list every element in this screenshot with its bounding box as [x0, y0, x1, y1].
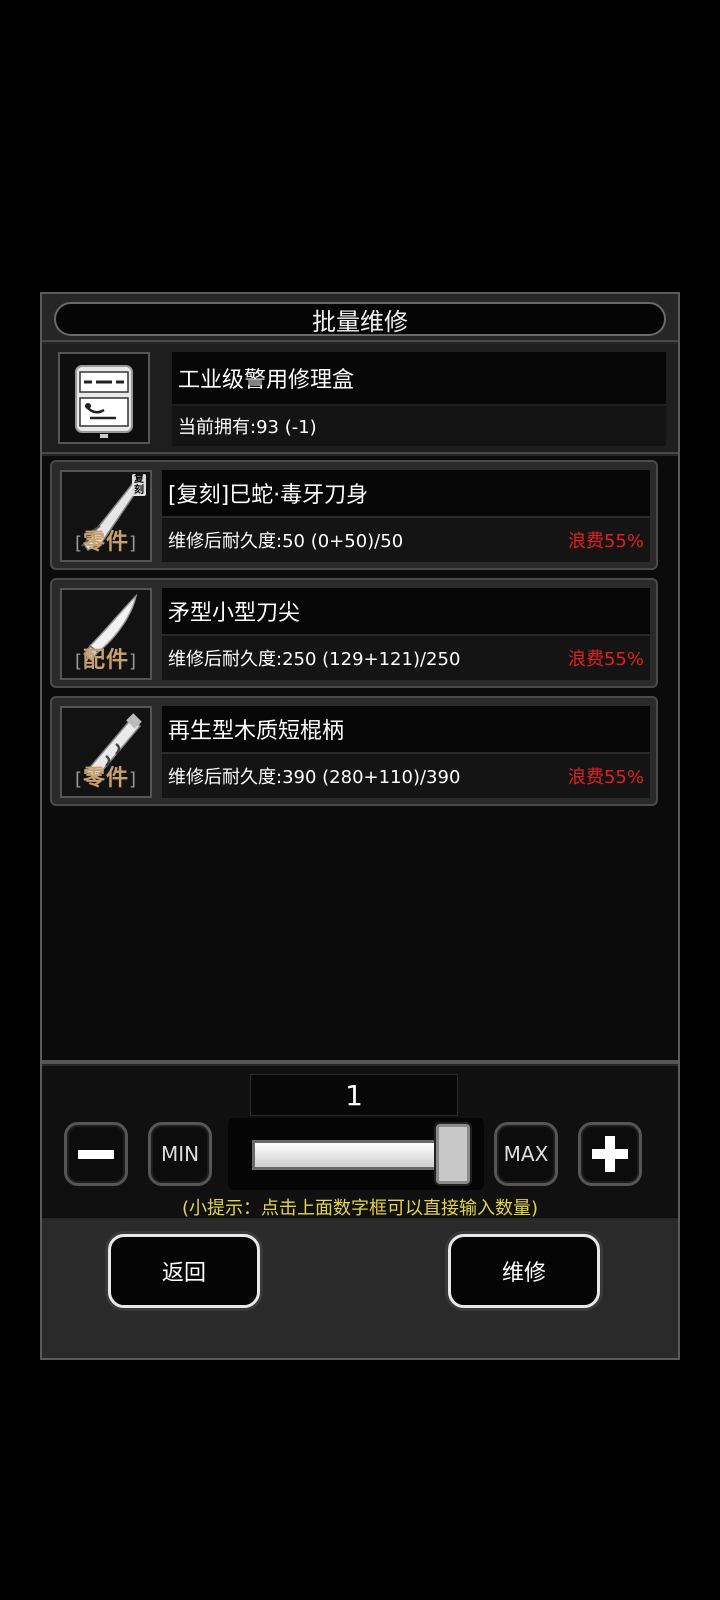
min-button[interactable]: MIN: [148, 1122, 212, 1186]
action-bar: 返回 维修: [42, 1220, 678, 1358]
waste-percent: 浪费55%: [567, 531, 644, 552]
item-durability-row: 维修后耐久度:250 (129+121)/250 浪费55%: [162, 636, 650, 680]
batch-repair-dialog: 批量维修 工业级警用修理盒 当前拥有:93 (-1) 复刻 [零件] [复刻]巳…: [40, 292, 680, 1360]
item-name: 再生型木质短棍柄: [162, 706, 650, 752]
item-name: [复刻]巳蛇·毒牙刀身: [162, 470, 650, 516]
divider: [42, 1060, 678, 1064]
repair-kit-name: 工业级警用修理盒: [172, 352, 666, 404]
plus-icon: [592, 1136, 628, 1172]
repair-item-list[interactable]: 复刻 [零件] [复刻]巳蛇·毒牙刀身 维修后耐久度:50 (0+50)/50 …: [42, 456, 678, 1062]
knife-tip-icon: [配件]: [60, 588, 152, 680]
max-button[interactable]: MAX: [494, 1122, 558, 1186]
handle-icon: [零件]: [60, 706, 152, 798]
item-tag: [零件]: [74, 530, 138, 555]
list-item[interactable]: 复刻 [零件] [复刻]巳蛇·毒牙刀身 维修后耐久度:50 (0+50)/50 …: [50, 460, 658, 570]
repair-kit-row: 工业级警用修理盒 当前拥有:93 (-1): [42, 344, 678, 452]
repair-button[interactable]: 维修: [448, 1234, 600, 1308]
item-name: 矛型小型刀尖: [162, 588, 650, 634]
list-item[interactable]: [配件] 矛型小型刀尖 维修后耐久度:250 (129+121)/250 浪费5…: [50, 578, 658, 688]
quantity-panel: 1 MIN MAX (小提示：点击上面数字框可以直接输入数量): [42, 1066, 678, 1219]
decrement-button[interactable]: [64, 1122, 128, 1186]
minus-icon: [78, 1149, 114, 1159]
item-durability: 维修后耐久度:50 (0+50)/50: [168, 531, 404, 552]
item-durability-row: 维修后耐久度:390 (280+110)/390 浪费55%: [162, 754, 650, 798]
repair-kit-owned: 当前拥有:93 (-1): [172, 406, 666, 446]
divider: [42, 452, 678, 454]
item-tag: [配件]: [74, 648, 138, 673]
item-durability: 维修后耐久度:250 (129+121)/250: [168, 649, 461, 670]
item-durability: 维修后耐久度:390 (280+110)/390: [168, 767, 461, 788]
waste-percent: 浪费55%: [567, 767, 644, 788]
quantity-input[interactable]: 1: [250, 1074, 458, 1116]
toolbox-icon: [58, 352, 150, 444]
blade-icon: 复刻 [零件]: [60, 470, 152, 562]
quantity-hint: (小提示：点击上面数字框可以直接输入数量): [181, 1198, 539, 1219]
waste-percent: 浪费55%: [567, 649, 644, 670]
copy-badge: 复刻: [132, 474, 146, 496]
item-durability-row: 维修后耐久度:50 (0+50)/50 浪费55%: [162, 518, 650, 562]
back-button[interactable]: 返回: [108, 1234, 260, 1308]
increment-button[interactable]: [578, 1122, 642, 1186]
slider-thumb[interactable]: [436, 1124, 470, 1184]
dialog-title: 批量维修: [54, 302, 666, 336]
list-item[interactable]: [零件] 再生型木质短棍柄 维修后耐久度:390 (280+110)/390 浪…: [50, 696, 658, 806]
divider: [42, 340, 678, 342]
quantity-slider[interactable]: [228, 1118, 484, 1190]
item-tag: [零件]: [74, 766, 138, 791]
